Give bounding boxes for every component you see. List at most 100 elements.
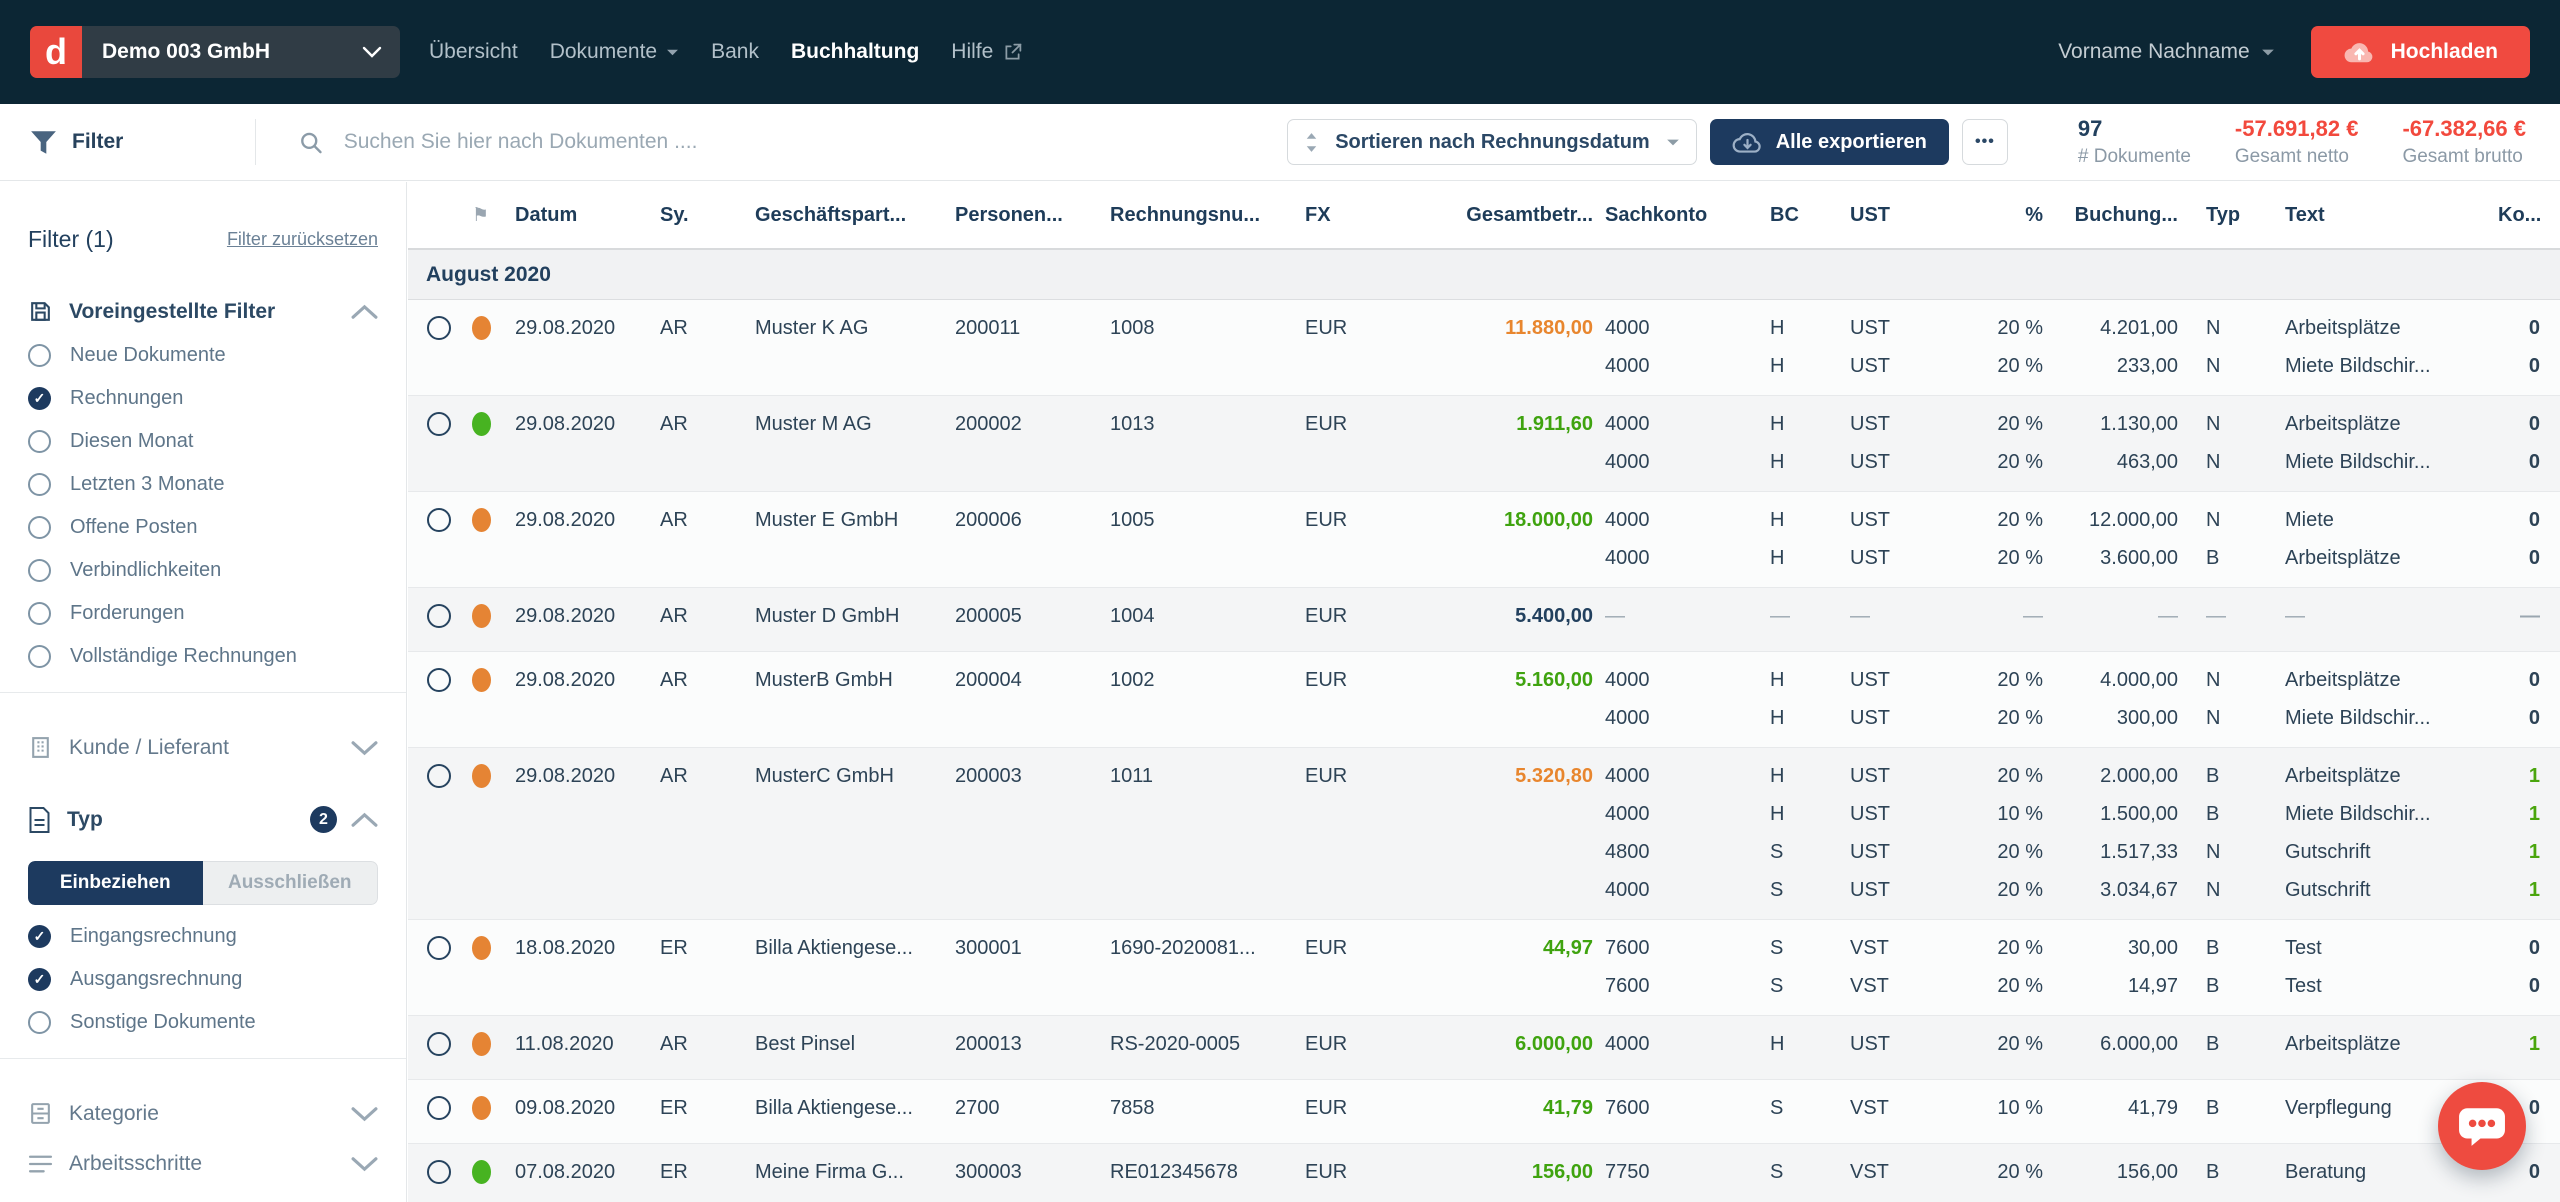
row-select-checkbox[interactable] [427,1160,451,1184]
column-header-sy[interactable]: Sy. [648,204,743,227]
row-select-checkbox[interactable] [427,508,451,532]
radio-circle-icon[interactable] [28,344,51,367]
table-row[interactable]: 18.08.2020ERBilla Aktiengese...300001169… [408,920,2560,1016]
column-header-ko[interactable]: Ko... [2498,204,2560,227]
external-link-icon [1002,42,1023,63]
radio-circle-icon[interactable] [28,602,51,625]
checked-circle-icon[interactable]: ✓ [28,387,51,410]
section-arbeitsschritte[interactable]: Arbeitsschritte [28,1152,378,1176]
reset-filters-link[interactable]: Filter zurücksetzen [227,229,378,250]
booking-lines: 4000HUST20 %1.130,00NArbeitsplätze04000H… [1593,405,2560,481]
checked-circle-icon[interactable]: ✓ [28,968,51,991]
row-select-checkbox[interactable] [427,936,451,960]
column-header-text[interactable]: Text [2273,204,2498,227]
column-header-bc[interactable]: BC [1758,204,1838,227]
filter-option-rechnungen[interactable]: ✓ Rechnungen [28,377,378,420]
column-header-gesamtbetr[interactable]: Gesamtbetr... [1418,204,1593,227]
row-select-checkbox[interactable] [427,604,451,628]
cell-prozent: 20 % [1953,871,2043,909]
cell-geschaeftspartner: Muster M AG [743,405,943,443]
column-header-%[interactable]: % [1953,204,2043,227]
row-select-checkbox[interactable] [427,1032,451,1056]
nav-item-übersicht[interactable]: Übersicht [429,40,518,64]
checked-circle-icon[interactable]: ✓ [28,925,51,948]
user-menu[interactable]: Vorname Nachname [2058,40,2274,64]
nav-item-buchhaltung[interactable]: Buchhaltung [791,40,919,64]
company-selector[interactable]: d Demo 003 GmbH [30,26,400,78]
radio-circle-icon[interactable] [28,516,51,539]
nav-item-hilfe[interactable]: Hilfe [951,40,1023,64]
row-select-checkbox[interactable] [427,316,451,340]
chat-widget-button[interactable] [2438,1082,2526,1170]
filter-toggle-button[interactable]: Filter [30,130,255,155]
section-kategorie[interactable]: Kategorie [28,1101,378,1126]
sort-dropdown[interactable]: Sortieren nach Rechnungsdatum [1287,119,1697,165]
filter-option-diesen-monat[interactable]: Diesen Monat [28,420,378,463]
status-dot-orange-icon [472,508,491,532]
stat-value: -67.382,66 € [2402,116,2526,142]
column-header-datum[interactable]: Datum [503,204,648,227]
exclude-toggle-button[interactable]: Ausschließen [203,861,379,905]
main-nav: Übersicht Dokumente Bank Buchhaltung Hilfe [429,40,1023,64]
filter-option-offene-posten[interactable]: Offene Posten [28,506,378,549]
more-actions-button[interactable]: ••• [1962,119,2008,165]
document-table: ⚑DatumSy.Geschäftspart...Personen...Rech… [408,182,2560,1202]
cell-ust: VST [1838,929,1953,967]
filter-option-verbindlichkeiten[interactable]: Verbindlichkeiten [28,549,378,592]
filter-option-eingangsrechnung[interactable]: ✓Eingangsrechnung [28,915,378,958]
table-row[interactable]: 29.08.2020ARMusterB GmbH2000041002EUR5.1… [408,652,2560,748]
filter-option-forderungen[interactable]: Forderungen [28,592,378,635]
filter-option-label: Rechnungen [70,387,183,410]
booking-line: 7600SVST20 %14,97BTest0 [1593,967,2560,1005]
radio-circle-icon[interactable] [28,430,51,453]
column-header-personen[interactable]: Personen... [943,204,1098,227]
filter-option-ausgangsrechnung[interactable]: ✓Ausgangsrechnung [28,958,378,1001]
cell-kommentare: 1 [2498,757,2560,795]
filter-option-sonstige-dokumente[interactable]: Sonstige Dokumente [28,1001,378,1044]
table-row[interactable]: 09.08.2020ERBilla Aktiengese...27007858E… [408,1080,2560,1144]
table-row[interactable]: 29.08.2020ARMuster M AG2000021013EUR1.91… [408,396,2560,492]
table-row[interactable]: 29.08.2020ARMuster D GmbH2000051004EUR5.… [408,588,2560,652]
booking-line: 4000HUST20 %4.201,00NArbeitsplätze0 [1593,309,2560,347]
nav-item-label: Hilfe [951,40,993,64]
cell-personenkonto: 200013 [943,1025,1098,1063]
radio-circle-icon[interactable] [28,559,51,582]
upload-button[interactable]: Hochladen [2311,26,2530,78]
search-input[interactable] [342,129,1288,155]
table-row[interactable]: 11.08.2020ARBest Pinsel200013RS-2020-000… [408,1016,2560,1080]
section-voreingestellte-filter[interactable]: Voreingestellte Filter [28,299,378,324]
radio-circle-icon[interactable] [28,645,51,668]
column-header-buchung[interactable]: Buchung... [2043,204,2178,227]
export-all-button[interactable]: Alle exportieren [1710,119,1949,165]
table-row[interactable]: 29.08.2020ARMuster E GmbH2000061005EUR18… [408,492,2560,588]
radio-circle-icon[interactable] [28,473,51,496]
nav-item-bank[interactable]: Bank [711,40,759,64]
include-toggle-button[interactable]: Einbeziehen [28,861,203,905]
table-row[interactable]: 07.08.2020ERMeine Firma G...300003RE0123… [408,1144,2560,1202]
cell-buchungsbetrag: 300,00 [2043,699,2178,737]
row-select-checkbox[interactable] [427,668,451,692]
filter-option-letzten-3-monate[interactable]: Letzten 3 Monate [28,463,378,506]
filter-option-neue-dokumente[interactable]: Neue Dokumente [28,334,378,377]
column-header-geschäftspart[interactable]: Geschäftspart... [743,204,943,227]
filter-option-vollständige-rechnungen[interactable]: Vollständige Rechnungen [28,635,378,678]
row-select-checkbox[interactable] [427,764,451,788]
radio-circle-icon[interactable] [28,1011,51,1034]
row-select-checkbox[interactable] [427,412,451,436]
cell-fx: EUR [1293,597,1418,635]
table-row[interactable]: 29.08.2020ARMusterC GmbH2000031011EUR5.3… [408,748,2560,920]
column-header-fx[interactable]: FX [1293,204,1418,227]
table-row[interactable]: 29.08.2020ARMuster K AG2000111008EUR11.8… [408,300,2560,396]
section-kunde-lieferant[interactable]: Kunde / Lieferant [28,735,378,760]
nav-item-dokumente[interactable]: Dokumente [550,40,679,64]
column-header-rechnungsnu[interactable]: Rechnungsnu... [1098,204,1293,227]
column-header-typ[interactable]: Typ [2178,204,2273,227]
row-select-checkbox[interactable] [427,1096,451,1120]
cell-bc: H [1758,1025,1838,1063]
section-typ[interactable]: Typ 2 [28,806,378,833]
booking-line: 4000HUST20 %2.000,00BArbeitsplätze1 [1593,757,2560,795]
column-header-ust[interactable]: UST [1838,204,1953,227]
column-header-sachkonto[interactable]: Sachkonto [1593,204,1758,227]
chat-bubble-icon [2458,1105,2506,1147]
sidebar-divider [0,1058,406,1059]
